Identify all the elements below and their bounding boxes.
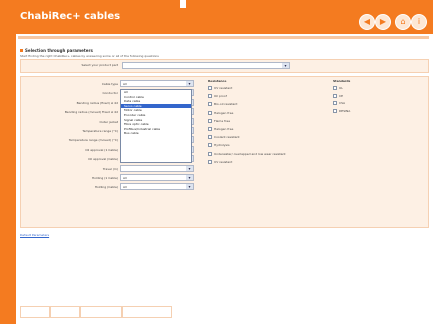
standards-option[interactable]: CSA bbox=[333, 101, 345, 105]
chevron-down-icon: ▾ bbox=[282, 63, 289, 68]
resistance-option-label: Hydrolysis bbox=[214, 143, 230, 148]
checkbox[interactable] bbox=[333, 86, 337, 90]
param-label: Holding (1 Cable) bbox=[91, 176, 118, 180]
header-divider bbox=[18, 36, 429, 39]
home-button[interactable]: ⌂ bbox=[395, 14, 411, 30]
checkbox[interactable] bbox=[333, 108, 337, 113]
back-button[interactable]: ◀ bbox=[359, 14, 375, 30]
param-label: Bending radius (moved) Fixed ≥ 4d bbox=[64, 110, 118, 115]
resistance-option[interactable]: Hydrolysis bbox=[208, 143, 230, 148]
param-label: Conductor bbox=[102, 91, 118, 96]
resistance-option-label: UV resistant bbox=[214, 159, 233, 164]
resistance-option[interactable]: Oil proof bbox=[208, 94, 227, 99]
param-label: Outer jacket bbox=[99, 119, 118, 124]
forward-button[interactable]: ▶ bbox=[375, 14, 391, 30]
standards-option-label: CE bbox=[339, 93, 343, 98]
resistance-option[interactable]: Coolant resistant bbox=[208, 135, 240, 140]
resistance-option-label: Halogen free bbox=[214, 110, 234, 115]
param-select[interactable]: ▾ bbox=[120, 164, 194, 172]
resistance-option-label: Halogen free bbox=[214, 127, 234, 131]
resistance-option-label: Underwater/ overlapped and low wear resi… bbox=[214, 151, 286, 156]
checkbox[interactable] bbox=[208, 110, 212, 115]
info-button[interactable]: i bbox=[411, 14, 427, 30]
resistance-option[interactable]: Halogen free bbox=[208, 110, 234, 115]
bottom-tab[interactable] bbox=[80, 306, 122, 318]
bottom-tab[interactable] bbox=[50, 306, 80, 318]
chevron-down-icon: ▾ bbox=[186, 184, 193, 190]
param-select[interactable]: All ▾ bbox=[120, 183, 194, 191]
param-label: Travel (m) bbox=[102, 166, 118, 171]
resistance-option-label: Oil proof bbox=[214, 94, 227, 99]
bottom-tab[interactable] bbox=[122, 306, 172, 318]
checkbox[interactable] bbox=[208, 86, 212, 90]
app-title: ChabiRec+ cables bbox=[20, 11, 121, 22]
cable-type-dropdown-list[interactable]: All Control cable Data cable Servo cable Mot… bbox=[120, 89, 192, 163]
standards-option-label: CSA bbox=[339, 101, 346, 105]
param-value: All bbox=[123, 176, 127, 180]
resistance-option-label: Flame free bbox=[214, 118, 231, 123]
checkbox[interactable] bbox=[208, 151, 212, 156]
param-label: Temperature range (°C) bbox=[82, 129, 118, 133]
resistance-option[interactable]: UV resistant bbox=[208, 86, 232, 90]
standards-heading: Standards bbox=[333, 79, 351, 83]
chevron-down-icon: ▾ bbox=[186, 81, 193, 86]
product-part-select[interactable]: ▾ bbox=[122, 62, 290, 69]
checkbox[interactable] bbox=[333, 93, 337, 98]
param-label: Oil approval (Cable) bbox=[88, 157, 118, 162]
default-parameters-link[interactable]: Default Parameters bbox=[20, 233, 49, 237]
standards-option-label: DESINA bbox=[339, 108, 351, 113]
product-part-label: Select your product part bbox=[81, 63, 118, 67]
intro-text: Start finding the right ChabiRec+ cables… bbox=[20, 54, 159, 58]
section-title-text: Selection through parameters bbox=[25, 48, 93, 53]
header-notch bbox=[180, 0, 186, 8]
checkbox[interactable] bbox=[208, 143, 212, 148]
standards-option-label: UL bbox=[339, 86, 343, 90]
param-label: Oil approval (1 Cable) bbox=[85, 147, 118, 152]
resistance-option[interactable]: Halogen free bbox=[208, 127, 233, 131]
resistance-heading: Resistance bbox=[208, 79, 227, 83]
param-label: Bending radius (fixed) ≥ 4d bbox=[76, 100, 118, 105]
param-label: Holding (Cable) bbox=[94, 185, 118, 190]
checkbox[interactable] bbox=[333, 101, 337, 105]
resistance-option-label: UV resistant bbox=[214, 86, 233, 90]
bottom-tabs bbox=[20, 306, 172, 318]
param-label: Temperature range (moved) (°C) bbox=[68, 138, 118, 143]
resistance-option[interactable]: Flame free bbox=[208, 118, 231, 123]
param-select[interactable]: All ▾ bbox=[120, 174, 194, 181]
standards-option[interactable]: DESINA bbox=[333, 108, 351, 113]
checkbox[interactable] bbox=[208, 159, 212, 164]
checkbox[interactable] bbox=[208, 94, 212, 99]
param-value: All bbox=[123, 82, 127, 86]
chevron-down-icon: ▾ bbox=[186, 175, 193, 180]
standards-option[interactable]: UL bbox=[333, 86, 343, 90]
resistance-option[interactable]: UV resistant bbox=[208, 159, 233, 164]
section-title: Selection through parameters bbox=[20, 48, 93, 53]
section-bullet-icon bbox=[20, 49, 23, 52]
checkbox[interactable] bbox=[208, 118, 212, 123]
param-label: Cable type bbox=[101, 82, 118, 86]
dropdown-option[interactable]: Bus cable bbox=[121, 131, 191, 136]
resistance-option-label: Bio-oil resistant bbox=[214, 102, 238, 107]
chevron-down-icon: ▾ bbox=[186, 165, 193, 171]
resistance-option[interactable]: Bio-oil resistant bbox=[208, 102, 238, 107]
resistance-option-label: Coolant resistant bbox=[214, 135, 240, 140]
checkbox[interactable] bbox=[208, 135, 212, 140]
resistance-option[interactable]: Underwater/ overlapped and low wear resi… bbox=[208, 151, 286, 156]
param-select[interactable]: All ▾ bbox=[120, 80, 194, 87]
checkbox[interactable] bbox=[208, 127, 212, 131]
standards-option[interactable]: CE bbox=[333, 93, 343, 98]
left-strip bbox=[0, 0, 16, 324]
bottom-tab[interactable] bbox=[20, 306, 50, 318]
checkbox[interactable] bbox=[208, 102, 212, 107]
param-value: All bbox=[123, 185, 127, 190]
